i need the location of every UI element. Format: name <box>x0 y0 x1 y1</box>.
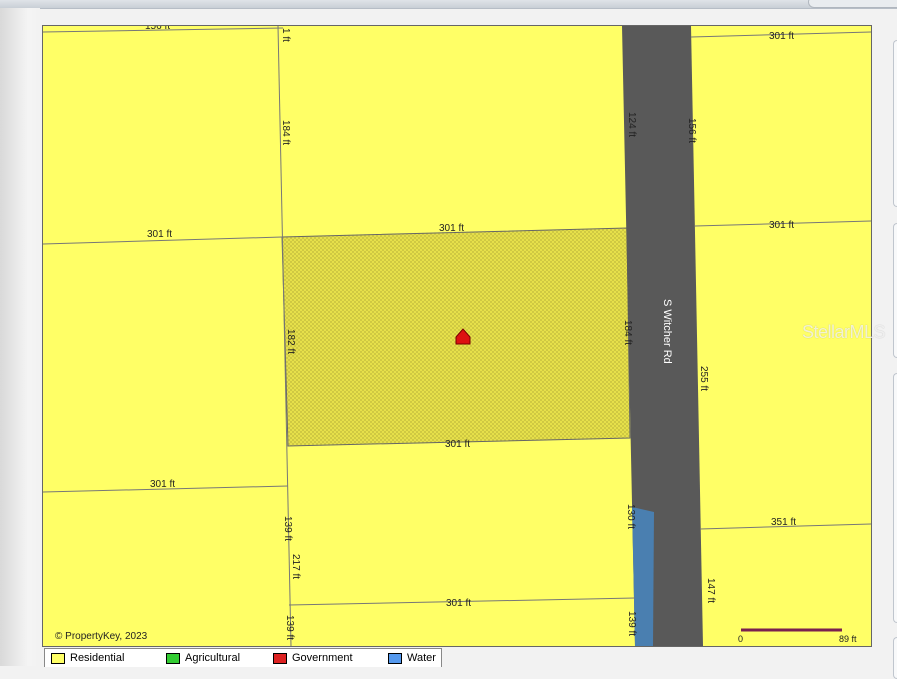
scale-end: 89 ft <box>839 634 857 644</box>
legend-item-agricultural: Agricultural <box>166 652 240 664</box>
side-panel[interactable] <box>893 40 897 207</box>
legend-item-residential: Residential <box>51 652 124 664</box>
dim-label: 301 ft <box>446 598 471 609</box>
dim-label: 301 ft <box>147 229 172 240</box>
government-swatch-icon <box>273 653 287 664</box>
dim-label: 139 ft <box>284 615 295 640</box>
residential-swatch-icon <box>51 653 65 664</box>
dim-label: 156 ft <box>145 26 170 32</box>
dim-label: 184 ft <box>622 320 633 345</box>
dim-label: 217 ft <box>290 554 301 579</box>
dim-label: 351 ft <box>771 517 796 528</box>
dim-label: 156 ft <box>686 118 697 143</box>
dim-label: 147 ft <box>705 578 716 603</box>
window-top-bar <box>0 0 897 9</box>
land-use-legend: Residential Agricultural Government Wate… <box>44 648 442 667</box>
dim-label: 130 ft <box>625 504 636 529</box>
dim-label: 301 ft <box>769 31 794 42</box>
dim-label: 255 ft <box>698 366 709 391</box>
copyright-text: © PropertyKey, 2023 <box>55 631 148 642</box>
dim-label: 139 ft <box>626 611 637 636</box>
background-strip <box>0 8 40 666</box>
dim-label: 182 ft <box>285 329 296 354</box>
dim-label: 124 ft <box>626 112 637 137</box>
parcel-map[interactable]: 301 ft 184 ft 301 ft 301 ft 301 ft 124 f… <box>42 25 872 647</box>
water-swatch-icon <box>388 653 402 664</box>
dim-label: 301 ft <box>769 220 794 231</box>
road-name-label: S Witcher Rd <box>661 299 673 364</box>
legend-label: Agricultural <box>185 652 240 664</box>
legend-item-government: Government <box>273 652 353 664</box>
dim-label: 184 ft <box>280 120 291 145</box>
dim-label: 139 ft <box>282 516 293 541</box>
dim-label: 1 ft <box>280 28 291 42</box>
dim-label: 301 ft <box>439 223 464 234</box>
side-panels <box>893 40 897 666</box>
agricultural-swatch-icon <box>166 653 180 664</box>
side-panel[interactable] <box>893 637 897 679</box>
side-panel[interactable] <box>893 373 897 623</box>
scale-start: 0 <box>738 634 743 644</box>
side-panel[interactable] <box>893 223 897 358</box>
legend-item-water: Water <box>388 652 436 664</box>
dim-label: 301 ft <box>445 439 470 450</box>
watermark: StellarMLS <box>802 322 885 343</box>
top-bar-control[interactable] <box>808 0 897 8</box>
legend-label: Water <box>407 652 436 664</box>
legend-label: Government <box>292 652 353 664</box>
legend-label: Residential <box>70 652 124 664</box>
dim-label: 301 ft <box>150 479 175 490</box>
